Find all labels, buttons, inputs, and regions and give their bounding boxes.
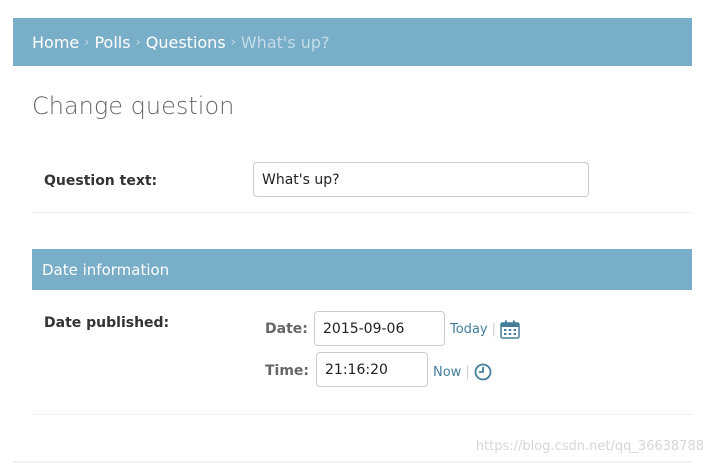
today-link[interactable]: Today <box>450 322 488 337</box>
breadcrumb-separator: › <box>84 34 90 50</box>
breadcrumb-current: What's up? <box>240 32 330 52</box>
time-input[interactable] <box>316 352 428 387</box>
time-shortcuts: Now | <box>433 362 492 382</box>
calendar-icon[interactable] <box>500 320 520 339</box>
breadcrumb-polls-link[interactable]: Polls <box>94 33 130 52</box>
question-text-row: Question text: <box>32 150 692 213</box>
time-label: Time: <box>265 363 310 379</box>
breadcrumb-separator: › <box>135 34 141 50</box>
date-label: Date: <box>265 321 308 337</box>
now-link[interactable]: Now <box>433 365 461 380</box>
watermark: https://blog.csdn.net/qq_36638788 <box>475 439 704 454</box>
date-information-header[interactable]: Date information <box>32 249 692 290</box>
breadcrumb-home-link[interactable]: Home <box>32 33 79 52</box>
shortcut-separator: | <box>491 321 496 337</box>
date-published-label: Date published: <box>44 315 170 331</box>
breadcrumb-questions-link[interactable]: Questions <box>146 33 226 52</box>
date-published-row: Date published: Date: Today | Time: Now … <box>32 290 692 415</box>
date-input[interactable] <box>314 311 445 346</box>
breadcrumb: Home › Polls › Questions › What's up? <box>13 18 692 66</box>
date-shortcuts: Today | <box>450 319 520 339</box>
question-text-label: Question text: <box>44 173 158 189</box>
shortcut-separator: | <box>465 364 470 380</box>
breadcrumb-separator: › <box>230 34 236 50</box>
clock-icon[interactable] <box>474 363 492 381</box>
bottom-divider <box>13 461 692 463</box>
question-text-input[interactable] <box>253 162 589 197</box>
page-title: Change question <box>32 92 235 120</box>
